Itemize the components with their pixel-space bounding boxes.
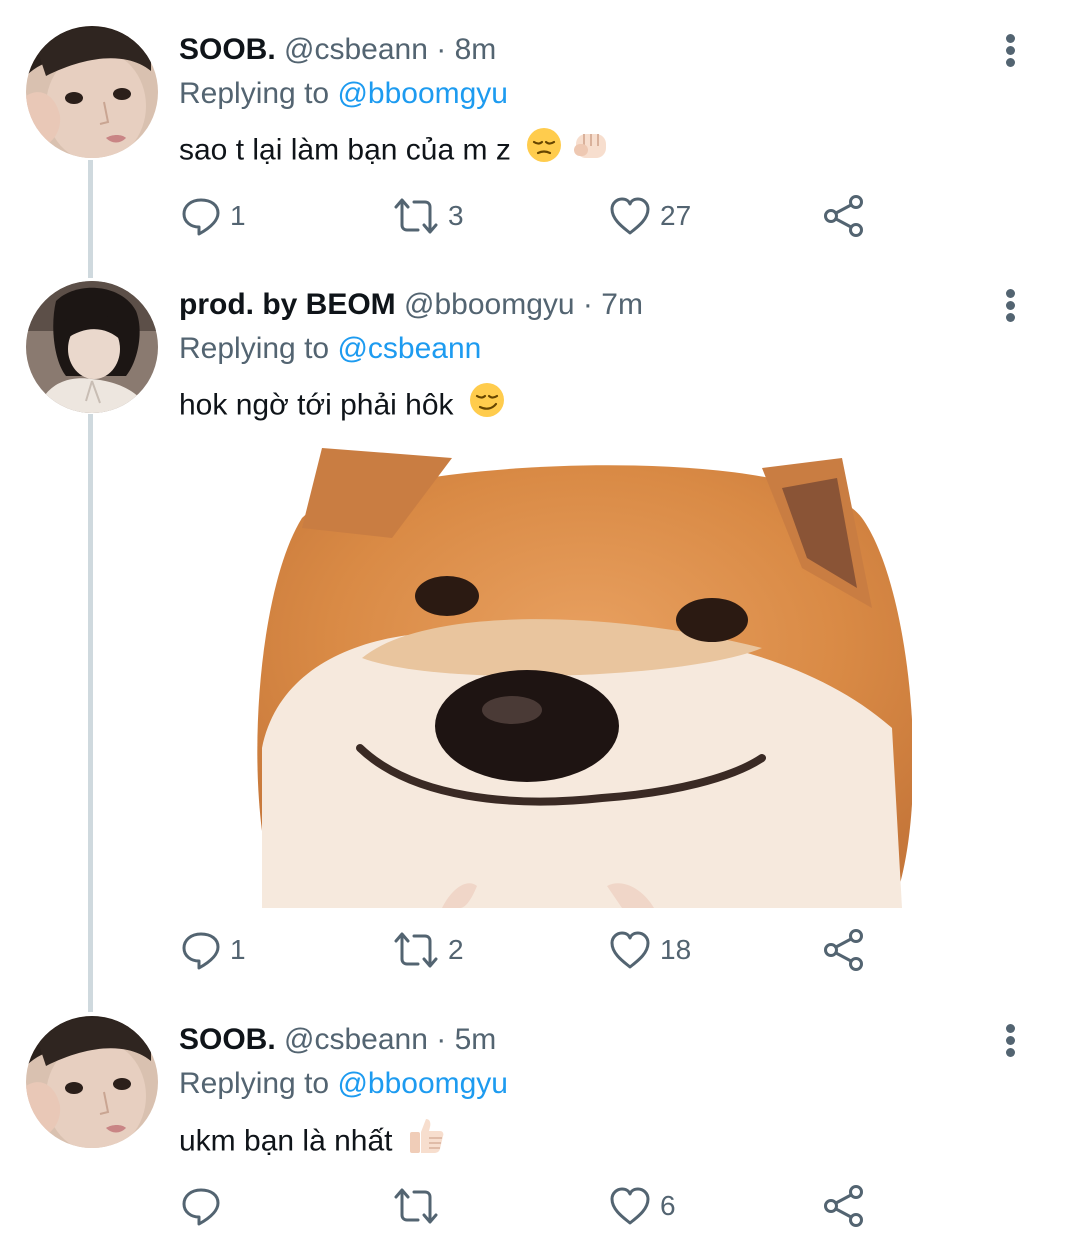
tweet-text-content: ukm bạn là nhất: [179, 1124, 393, 1158]
fist-bump-icon: [572, 126, 612, 177]
reply-button[interactable]: [180, 1182, 230, 1230]
tweet-actions: 1 2 18: [0, 926, 1080, 974]
separator-dot: ·: [582, 288, 593, 321]
user-handle[interactable]: @csbeann: [284, 1023, 428, 1056]
retweet-button[interactable]: [392, 1182, 448, 1230]
reply-icon: [182, 1188, 220, 1226]
heart-icon: [610, 197, 650, 235]
display-name[interactable]: SOOB.: [179, 33, 276, 66]
tweet-media-image[interactable]: [242, 448, 912, 908]
share-icon: [824, 929, 863, 971]
more-options-icon[interactable]: [998, 287, 1024, 323]
avatar[interactable]: [26, 1016, 158, 1148]
tweet-text: ukm bạn là nhất: [179, 1116, 445, 1169]
tweet-timestamp[interactable]: 5m: [455, 1023, 497, 1056]
share-button[interactable]: [822, 926, 866, 974]
more-options-icon[interactable]: [998, 1022, 1024, 1058]
like-count: 18: [660, 934, 692, 965]
reply-count: 1: [230, 200, 246, 231]
replying-to-line: Replying to @bboomgyu: [179, 74, 508, 114]
reply-button[interactable]: 1: [180, 926, 246, 974]
replying-to-label: Replying to: [179, 1067, 330, 1100]
smirking-face-icon: [468, 381, 506, 432]
tweet[interactable]: SOOB. @csbeann · 8m Replying to @bboomgy…: [0, 26, 1080, 246]
retweet-icon: [394, 932, 438, 968]
like-button[interactable]: 18: [608, 926, 691, 974]
thumbs-up-icon: [407, 1116, 445, 1169]
avatar[interactable]: [26, 26, 158, 158]
replying-to-label: Replying to: [179, 332, 330, 365]
like-count: 6: [660, 1190, 676, 1221]
reply-button[interactable]: 1: [180, 192, 246, 240]
tweet-text: sao t lại làm bạn của m z: [179, 126, 612, 177]
replying-to-line: Replying to @csbeann: [179, 329, 481, 369]
retweet-count: 2: [448, 934, 464, 965]
tweet-header: SOOB. @csbeann · 8m: [179, 30, 496, 70]
replying-to-line: Replying to @bboomgyu: [179, 1064, 508, 1104]
display-name[interactable]: prod. by BEOM: [179, 288, 396, 321]
replying-to-label: Replying to: [179, 77, 330, 110]
retweet-icon: [394, 198, 438, 234]
retweet-button[interactable]: 2: [392, 926, 464, 974]
user-handle[interactable]: @bboomgyu: [404, 288, 575, 321]
reply-icon: [182, 198, 220, 236]
tweet-actions: 1 3 27: [0, 192, 1080, 240]
shiba-dog-image: [242, 448, 912, 908]
replying-to-handle[interactable]: @csbeann: [337, 332, 481, 365]
replying-to-handle[interactable]: @bboomgyu: [337, 1067, 508, 1100]
tweet-timestamp[interactable]: 8m: [455, 33, 497, 66]
share-icon: [824, 1185, 863, 1227]
like-count: 27: [660, 200, 692, 231]
like-button[interactable]: 27: [608, 192, 691, 240]
pensive-face-icon: [525, 126, 563, 177]
share-button[interactable]: [822, 1182, 866, 1230]
tweet-header: SOOB. @csbeann · 5m: [179, 1020, 496, 1060]
tweet-actions: 6: [0, 1182, 1080, 1230]
share-button[interactable]: [822, 192, 866, 240]
display-name[interactable]: SOOB.: [179, 1023, 276, 1056]
like-button[interactable]: 6: [608, 1182, 676, 1230]
heart-icon: [610, 931, 650, 969]
replying-to-handle[interactable]: @bboomgyu: [337, 77, 508, 110]
avatar[interactable]: [26, 281, 158, 413]
heart-icon: [610, 1187, 650, 1225]
reply-count: 1: [230, 934, 246, 965]
share-icon: [824, 195, 863, 237]
tweet[interactable]: SOOB. @csbeann · 5m Replying to @bboomgy…: [0, 1016, 1080, 1238]
more-options-icon[interactable]: [998, 32, 1024, 68]
tweet-header: prod. by BEOM @bboomgyu · 7m: [179, 285, 643, 325]
tweet-timestamp[interactable]: 7m: [601, 288, 643, 321]
tweet-text-content: sao t lại làm bạn của m z: [179, 133, 511, 167]
tweet-text-content: hok ngờ tới phải hôk: [179, 388, 454, 422]
user-handle[interactable]: @csbeann: [284, 33, 428, 66]
retweet-icon: [394, 1188, 438, 1224]
retweet-count: 3: [448, 200, 464, 231]
tweet-text: hok ngờ tới phải hôk: [179, 381, 506, 432]
separator-dot: ·: [436, 1023, 447, 1056]
separator-dot: ·: [436, 33, 447, 66]
reply-icon: [182, 932, 220, 970]
retweet-button[interactable]: 3: [392, 192, 464, 240]
